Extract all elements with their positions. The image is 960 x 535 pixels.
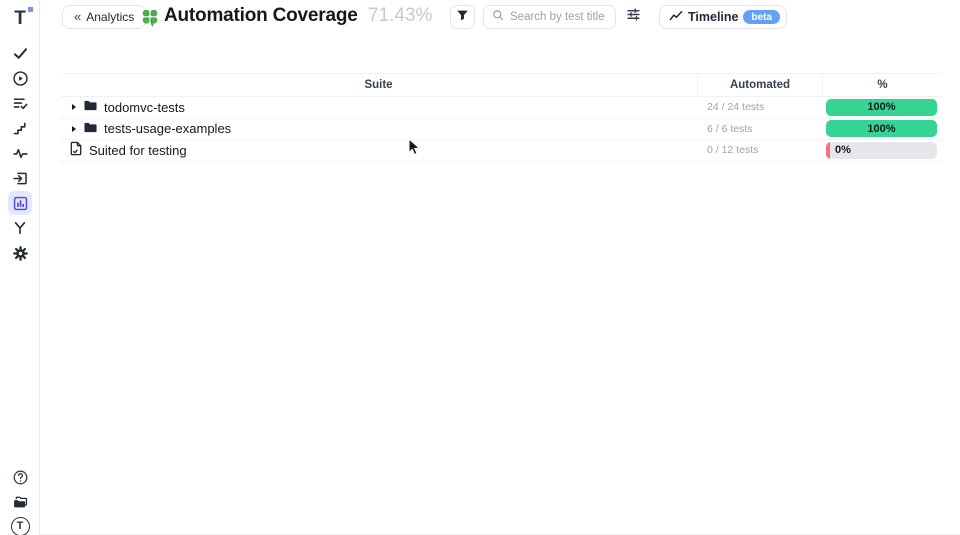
logo-letter: T — [14, 9, 26, 28]
folder-icon — [83, 121, 98, 137]
column-header-percent[interactable]: % — [822, 74, 942, 96]
file-check-icon — [69, 141, 83, 159]
page-header: « Analytics Automation Coverage 71.43% — [41, 0, 960, 36]
sidebar: T — [0, 0, 40, 535]
avatar-letter: T — [11, 517, 30, 535]
help-circle-icon — [12, 469, 29, 486]
table-row[interactable]: todomvc-tests 24 / 24 tests 100% — [60, 97, 942, 119]
sidebar-item-settings[interactable] — [8, 241, 32, 265]
timeline-button[interactable]: Timeline beta — [659, 5, 787, 29]
logo-accent-dot — [28, 7, 33, 12]
git-fork-icon — [12, 220, 28, 236]
sidebar-item-import[interactable] — [8, 166, 32, 190]
app-logo[interactable]: T — [8, 6, 32, 30]
automated-count: 24 / 24 tests — [697, 101, 822, 113]
column-header-suite[interactable]: Suite — [60, 74, 697, 96]
sidebar-item-pulse[interactable] — [8, 141, 32, 165]
coverage-bar-label: 100% — [867, 101, 895, 113]
steps-icon — [12, 120, 29, 137]
coverage-bar: 100% — [826, 99, 937, 116]
sidebar-item-help[interactable] — [8, 465, 32, 489]
automated-count: 6 / 6 tests — [697, 123, 822, 135]
suite-cell: tests-usage-examples — [60, 121, 697, 137]
percent-cell: 100% — [822, 120, 942, 137]
list-check-icon — [12, 95, 29, 112]
coverage-bar: 0% — [826, 142, 937, 159]
folders-icon — [12, 494, 29, 511]
trend-line-icon — [669, 10, 683, 25]
page-title: Automation Coverage — [164, 5, 358, 27]
sidebar-item-branches[interactable] — [8, 216, 32, 240]
column-header-automated[interactable]: Automated — [697, 74, 822, 96]
sliders-icon — [626, 7, 641, 27]
table-row[interactable]: tests-usage-examples 6 / 6 tests 100% — [60, 119, 942, 141]
coverage-table: Suite Automated % todomvc-tests 24 / 24 … — [60, 73, 942, 162]
coverage-bar-label: 100% — [867, 123, 895, 135]
coverage-bar: 100% — [826, 120, 937, 137]
gear-icon — [12, 245, 29, 262]
check-icon — [12, 45, 29, 62]
caret-right-icon[interactable] — [72, 126, 76, 132]
suite-cell: todomvc-tests — [60, 99, 697, 115]
chevrons-left-icon: « — [74, 9, 81, 24]
search-input[interactable] — [510, 11, 607, 23]
bar-chart-icon — [12, 195, 29, 212]
clover-icon — [140, 7, 160, 27]
import-icon — [12, 170, 29, 187]
back-button-label: Analytics — [86, 10, 134, 24]
play-circle-icon — [12, 70, 29, 87]
back-to-analytics-button[interactable]: « Analytics — [62, 5, 146, 29]
table-row[interactable]: Suited for testing 0 / 12 tests 0% — [60, 140, 942, 162]
user-avatar[interactable]: T — [8, 514, 32, 535]
activity-icon — [12, 145, 29, 162]
sidebar-item-test-plans[interactable] — [8, 91, 32, 115]
percent-cell: 100% — [822, 99, 942, 116]
coverage-bar-label: 0% — [835, 144, 851, 156]
app-window: T — [0, 0, 960, 535]
caret-right-icon[interactable] — [72, 104, 76, 110]
suite-name: Suited for testing — [89, 143, 187, 158]
beta-badge: beta — [743, 10, 780, 24]
coverage-percentage: 71.43% — [368, 5, 432, 27]
automated-count: 0 / 12 tests — [697, 144, 822, 156]
sidebar-item-steps[interactable] — [8, 116, 32, 140]
filter-settings-button[interactable] — [624, 8, 642, 26]
search-box — [483, 5, 616, 29]
suite-name: tests-usage-examples — [104, 121, 231, 136]
sidebar-item-runs[interactable] — [8, 66, 32, 90]
search-icon — [492, 8, 504, 26]
table-header-row: Suite Automated % — [60, 73, 942, 97]
timeline-label: Timeline — [688, 10, 738, 24]
sidebar-item-analytics[interactable] — [8, 191, 32, 215]
percent-cell: 0% — [822, 142, 942, 159]
filter-button[interactable] — [450, 5, 475, 29]
suite-name: todomvc-tests — [104, 100, 185, 115]
sidebar-item-projects[interactable] — [8, 490, 32, 514]
suite-cell: Suited for testing — [60, 141, 697, 159]
sidebar-item-tests[interactable] — [8, 41, 32, 65]
funnel-icon — [456, 9, 469, 25]
folder-icon — [83, 99, 98, 115]
